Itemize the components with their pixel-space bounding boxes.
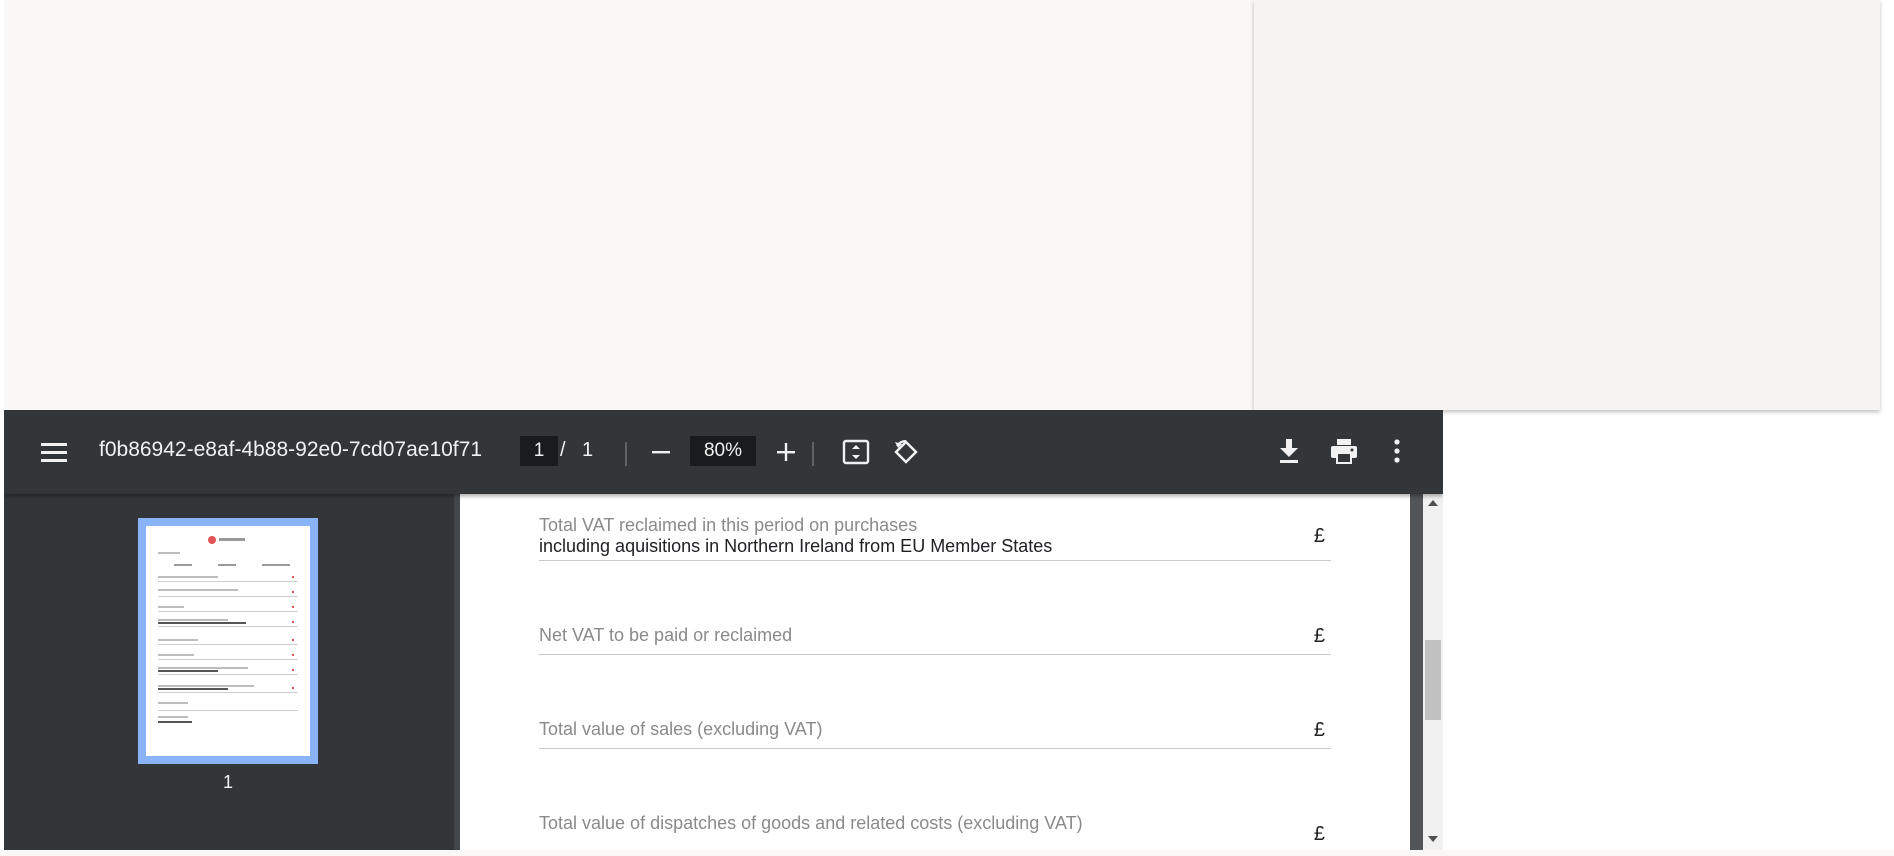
field-label: Net VAT to be paid or reclaimed <box>539 625 793 645</box>
page-number-input[interactable] <box>520 436 558 466</box>
zoom-out-icon[interactable] <box>644 436 678 468</box>
dispatches-field: Total value of dispatches of goods and r… <box>539 813 1331 850</box>
field-label: Total VAT reclaimed in this period on pu… <box>539 515 918 535</box>
vertical-scrollbar[interactable] <box>1423 494 1443 850</box>
scrollbar-thumb[interactable] <box>1425 640 1441 720</box>
currency-symbol: £ <box>1313 719 1325 741</box>
toolbar-separator <box>812 442 814 466</box>
page-thumbnail[interactable] <box>138 518 318 764</box>
fit-page-icon[interactable] <box>838 435 874 469</box>
currency-symbol: £ <box>1313 823 1325 845</box>
toolbar-separator <box>625 442 627 466</box>
vat-reclaimed-field: Total VAT reclaimed in this period on pu… <box>539 515 1331 561</box>
scroll-up-icon[interactable] <box>1428 500 1438 506</box>
print-icon[interactable] <box>1326 434 1362 468</box>
field-label: Total value of dispatches of goods and r… <box>539 813 1083 833</box>
bottom-strip <box>0 850 1894 856</box>
hamburger-menu-icon[interactable] <box>36 436 72 468</box>
thumbnail-page-number: 1 <box>222 772 233 792</box>
scroll-down-icon[interactable] <box>1428 836 1438 842</box>
document-title: f0b86942-e8af-4b88-92e0-7cd07ae10f71 <box>99 438 482 461</box>
pdf-toolbar: f0b86942-e8af-4b88-92e0-7cd07ae10f71 / 1 <box>4 410 1443 494</box>
rotate-icon[interactable] <box>888 435 924 469</box>
zoom-in-icon[interactable] <box>769 436 803 468</box>
currency-symbol: £ <box>1313 625 1325 647</box>
page-thumbnail-image <box>146 526 310 756</box>
more-options-icon[interactable] <box>1382 434 1412 468</box>
download-icon[interactable] <box>1272 434 1306 468</box>
total-sales-field: Total value of sales (excluding VAT) £ <box>539 704 1331 749</box>
field-sublabel: including aquisitions in Northern Irelan… <box>539 536 1053 556</box>
pdf-page: Total VAT reclaimed in this period on pu… <box>460 494 1410 850</box>
net-vat-field: Net VAT to be paid or reclaimed £ <box>539 610 1331 655</box>
zoom-level-input[interactable] <box>690 436 756 466</box>
pdf-viewer: f0b86942-e8af-4b88-92e0-7cd07ae10f71 / 1 <box>4 410 1443 850</box>
page-separator: / <box>560 439 566 461</box>
field-label: Total value of sales (excluding VAT) <box>539 719 823 739</box>
side-panel <box>1254 0 1880 410</box>
blank-page-area <box>4 0 1254 410</box>
page-total: 1 <box>582 439 594 461</box>
currency-symbol: £ <box>1313 525 1325 547</box>
